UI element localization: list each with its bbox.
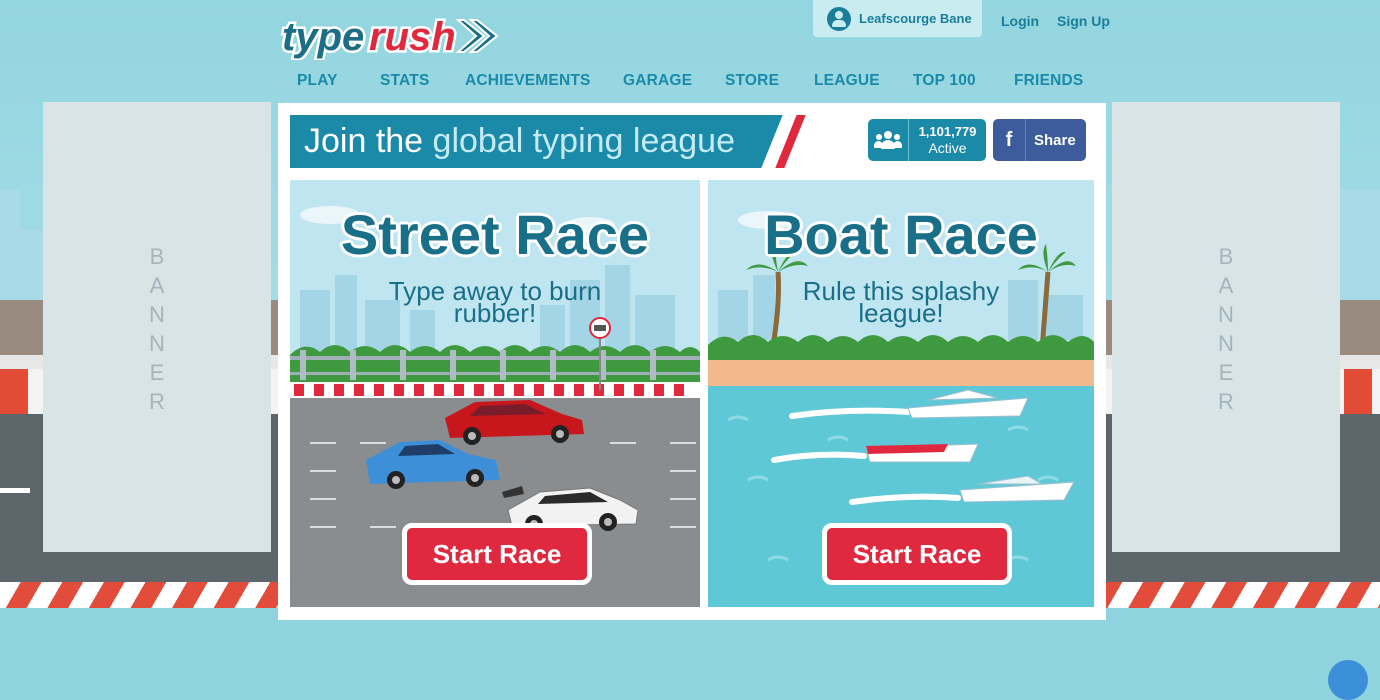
login-link[interactable]: Login [1001,13,1039,29]
active-players-badge: 1,101,779 Active [868,119,986,161]
boat-race-start-button[interactable]: Start Race [822,523,1012,585]
nav-friends[interactable]: FRIENDS [1014,72,1083,90]
street-race-subtitle: Type away to burn rubber! [290,278,700,326]
banner-letter: B [1218,244,1234,269]
user-avatar-icon [827,6,851,31]
banner-letter: R [149,389,165,414]
banner-letter: E [149,360,165,385]
share-label: Share [1034,131,1076,149]
people-icon [868,119,909,161]
nav-top-100[interactable]: TOP 100 [913,72,976,90]
nav-achievements[interactable]: ACHIEVEMENTS [465,72,591,90]
boat-race-subtitle: Rule this splashy league! [708,278,1094,326]
chat-bubble-icon[interactable] [1328,660,1368,700]
league-headline: Join the global typing league [304,120,735,162]
nav-play[interactable]: PLAY [297,72,338,90]
boat-race-card[interactable]: Boat Race Rule this splashy league! Start… [708,180,1094,607]
boat-race-subtitle-line2: league! [858,298,944,328]
active-label: Active [928,140,967,156]
left-banner-ad[interactable]: BANNER [43,102,271,552]
nav-store[interactable]: STORE [725,72,779,90]
street-race-title: Street Race [340,203,650,266]
nav-league[interactable]: LEAGUE [814,72,880,90]
right-banner-ad[interactable]: BANNER [1112,102,1340,552]
nav-garage[interactable]: GARAGE [623,72,692,90]
banner-letter: N [149,331,165,356]
banner-letter: A [1218,273,1234,298]
street-race-start-button[interactable]: Start Race [402,523,592,585]
banner-letter: N [1218,331,1234,356]
league-headline-highlight: global typing league [432,122,735,160]
active-count: 1,101,779 [918,124,977,139]
nav-stats[interactable]: STATS [380,72,430,90]
boat-race-title: Boat Race [764,203,1038,266]
left-banner-text: BANNER [43,242,271,416]
facebook-share-button[interactable]: f Share [993,119,1086,161]
league-headline-prefix: Join the [304,122,433,160]
facebook-icon: f [993,119,1026,161]
logo-text-rush: rush [369,15,456,59]
banner-letter: N [1218,302,1234,327]
logo-text-type: type [282,15,364,59]
banner-letter: R [1218,389,1234,414]
user-account-box[interactable]: Leafscourge Bane [813,0,982,37]
banner-letter: E [1218,360,1234,385]
banner-letter: A [149,273,165,298]
signup-link[interactable]: Sign Up [1057,13,1110,29]
banner-letter: B [149,244,165,269]
street-race-subtitle-line2: rubber! [453,298,537,328]
banner-letter: N [149,302,165,327]
street-race-card[interactable]: Street Race Type away to burn rubber! Sta… [290,180,700,607]
logo-chevrons-icon [455,19,499,53]
right-banner-text: BANNER [1112,242,1340,416]
user-name: Leafscourge Bane [859,11,972,26]
typerush-logo[interactable]: type rush [280,12,500,60]
